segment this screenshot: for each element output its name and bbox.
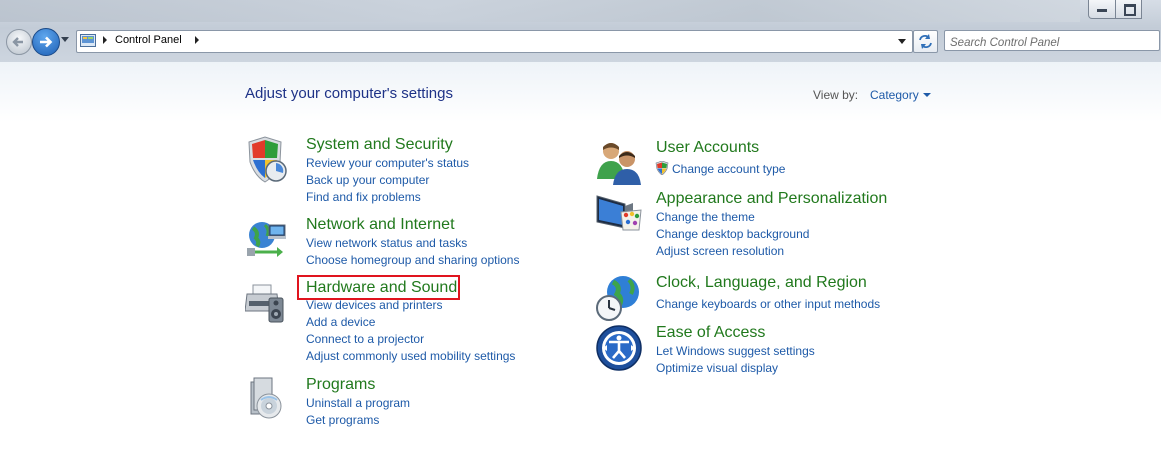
page-title: Adjust your computer's settings: [245, 85, 453, 102]
maximize-icon: [1124, 4, 1136, 16]
link-optimize-visual-display[interactable]: Optimize visual display: [656, 361, 778, 375]
link-get-programs[interactable]: Get programs: [306, 413, 379, 427]
title-bar-background: [0, 0, 1080, 22]
link-connect-projector[interactable]: Connect to a projector: [306, 332, 424, 346]
control-panel-icon: [80, 34, 96, 47]
title-bar: Control Panel: [0, 0, 1161, 63]
link-homegroup[interactable]: Choose homegroup and sharing options: [306, 253, 519, 267]
category-title[interactable]: User Accounts: [656, 139, 759, 157]
category-title[interactable]: Ease of Access: [656, 324, 765, 342]
link-mobility-settings[interactable]: Adjust commonly used mobility settings: [306, 349, 515, 363]
category-title[interactable]: System and Security: [306, 136, 453, 154]
view-by-dropdown[interactable]: Category: [870, 88, 919, 102]
link-backup[interactable]: Back up your computer: [306, 173, 429, 187]
ease-of-access-icon: [596, 325, 642, 371]
minimize-button[interactable]: [1088, 0, 1116, 19]
clock-globe-icon: [596, 276, 639, 321]
monitor-palette-icon: [596, 195, 642, 231]
view-by-label: View by:: [813, 88, 859, 102]
search-input[interactable]: [950, 34, 1150, 52]
link-add-device[interactable]: Add a device: [306, 315, 375, 329]
recent-pages-dropdown-icon[interactable]: [61, 37, 69, 42]
breadcrumb-separator-icon[interactable]: [195, 36, 199, 44]
link-windows-suggest-settings[interactable]: Let Windows suggest settings: [656, 344, 815, 358]
link-find-fix-problems[interactable]: Find and fix problems: [306, 190, 421, 204]
shield-icon: [248, 136, 287, 183]
minimize-icon: [1097, 9, 1107, 12]
forward-button[interactable]: [32, 28, 60, 56]
uac-shield-icon: [655, 161, 669, 175]
link-review-status[interactable]: Review your computer's status: [306, 156, 469, 170]
address-dropdown-icon[interactable]: [898, 39, 906, 44]
link-change-theme[interactable]: Change the theme: [656, 210, 755, 224]
breadcrumb-separator-icon[interactable]: [103, 36, 107, 44]
view-by-chevron-down-icon[interactable]: [923, 93, 931, 97]
back-button[interactable]: [6, 29, 32, 55]
maximize-button[interactable]: [1115, 0, 1142, 19]
content-area: Adjust your computer's settings View by:…: [0, 62, 1161, 461]
category-title[interactable]: Programs: [306, 376, 375, 394]
address-bar[interactable]: Control Panel: [76, 30, 913, 53]
programs-disc-icon: [250, 377, 282, 419]
category-title[interactable]: Appearance and Personalization: [656, 190, 887, 208]
link-uninstall-program[interactable]: Uninstall a program: [306, 396, 410, 410]
forward-arrow-icon: [40, 36, 53, 48]
breadcrumb-control-panel[interactable]: Control Panel: [115, 34, 182, 46]
link-screen-resolution[interactable]: Adjust screen resolution: [656, 244, 784, 258]
category-title[interactable]: Hardware and Sound: [306, 279, 457, 297]
printer-speaker-icon: [245, 284, 284, 323]
back-arrow-icon: [12, 37, 23, 47]
category-title[interactable]: Clock, Language, and Region: [656, 274, 867, 292]
category-title[interactable]: Network and Internet: [306, 216, 455, 234]
link-devices-printers[interactable]: View devices and printers: [306, 298, 443, 312]
search-box[interactable]: [944, 30, 1160, 52]
refresh-icon: [919, 34, 932, 49]
refresh-button[interactable]: [913, 30, 938, 53]
link-change-account-type[interactable]: Change account type: [672, 162, 785, 176]
link-desktop-background[interactable]: Change desktop background: [656, 227, 809, 241]
network-globe-icon: [247, 222, 286, 257]
link-change-keyboards[interactable]: Change keyboards or other input methods: [656, 297, 880, 311]
users-icon: [597, 143, 641, 185]
link-network-status[interactable]: View network status and tasks: [306, 236, 467, 250]
